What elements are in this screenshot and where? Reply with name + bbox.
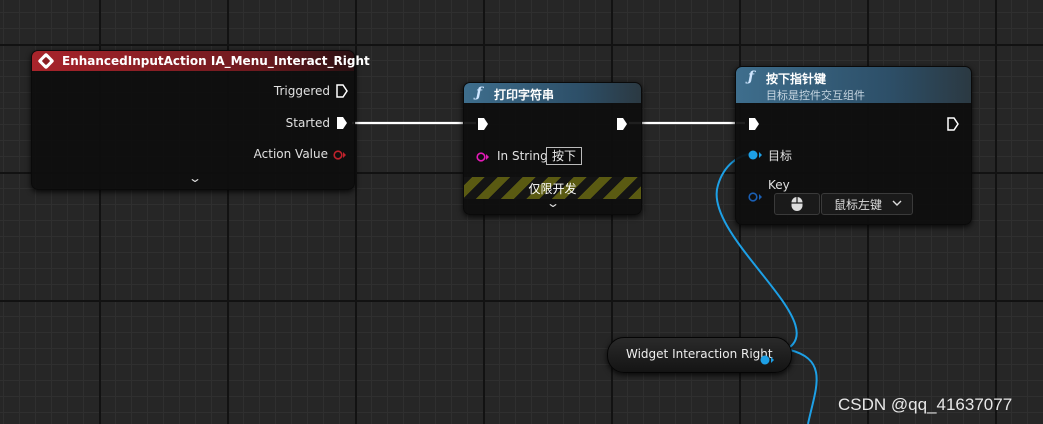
press-node-subtitle: 目标是控件交互组件: [766, 89, 865, 102]
print-string-node[interactable]: ƒ 打印字符串 In String 按下 仅限开发 ⌄: [463, 82, 642, 215]
variable-node-label: Widget Interaction Right: [626, 347, 773, 361]
key-selector-button[interactable]: [774, 193, 820, 215]
mouse-icon: [791, 197, 803, 211]
press-pointer-key-node[interactable]: ƒ 按下指针键 目标是控件交互组件 目标 Key 鼠标左键: [735, 66, 972, 225]
event-node-header[interactable]: EnhancedInputAction IA_Menu_Interact_Rig…: [32, 51, 370, 71]
press-node-header[interactable]: ƒ 按下指针键 目标是控件交互组件: [736, 67, 971, 103]
event-node-title: EnhancedInputAction IA_Menu_Interact_Rig…: [62, 54, 370, 68]
print-node-expand-chevron-down-icon[interactable]: ⌄: [546, 196, 560, 210]
development-only-label: 仅限开发: [528, 182, 577, 196]
print-node-title: 打印字符串: [494, 88, 555, 102]
event-node[interactable]: EnhancedInputAction IA_Menu_Interact_Rig…: [31, 50, 370, 190]
event-node-expand-chevron-down-icon[interactable]: ⌄: [188, 171, 202, 185]
target-label: 目标: [768, 149, 793, 163]
key-dropdown-value: 鼠标左键: [834, 198, 883, 212]
triggered-exec-pin-icon[interactable]: [336, 84, 348, 101]
widget-interaction-right-variable-node[interactable]: Widget Interaction Right: [607, 337, 792, 373]
print-exec-in-pin-icon[interactable]: [477, 117, 489, 134]
function-icon: ƒ: [748, 69, 755, 85]
action-value-pin-icon[interactable]: [333, 149, 347, 163]
chevron-down-icon: [892, 194, 902, 215]
watermark: CSDN @qq_41637077: [838, 395, 1013, 414]
in-string-pin-icon[interactable]: [476, 151, 490, 165]
target-pin-icon[interactable]: [748, 149, 764, 163]
variable-output-pin-icon[interactable]: [760, 350, 776, 369]
print-node-header[interactable]: ƒ 打印字符串: [464, 83, 641, 103]
press-exec-out-pin-icon[interactable]: [947, 117, 959, 134]
in-string-value-field[interactable]: 按下: [546, 147, 583, 165]
action-value-pin-label: Action Value: [253, 147, 328, 161]
function-icon: ƒ: [476, 85, 483, 101]
key-dropdown[interactable]: 鼠标左键: [821, 193, 913, 215]
press-node-title: 按下指针键: [766, 72, 827, 86]
press-exec-in-pin-icon[interactable]: [748, 117, 760, 134]
started-pin-label: Started: [285, 116, 330, 130]
key-pin-icon[interactable]: [748, 191, 764, 205]
key-label: Key: [768, 178, 790, 192]
started-exec-pin-icon[interactable]: [336, 116, 348, 133]
print-exec-out-pin-icon[interactable]: [616, 117, 628, 134]
object-wire-widget-continue: [789, 349, 818, 424]
event-diamond-icon: [37, 52, 55, 70]
triggered-pin-label: Triggered: [273, 84, 330, 98]
in-string-label: In String: [497, 149, 548, 163]
